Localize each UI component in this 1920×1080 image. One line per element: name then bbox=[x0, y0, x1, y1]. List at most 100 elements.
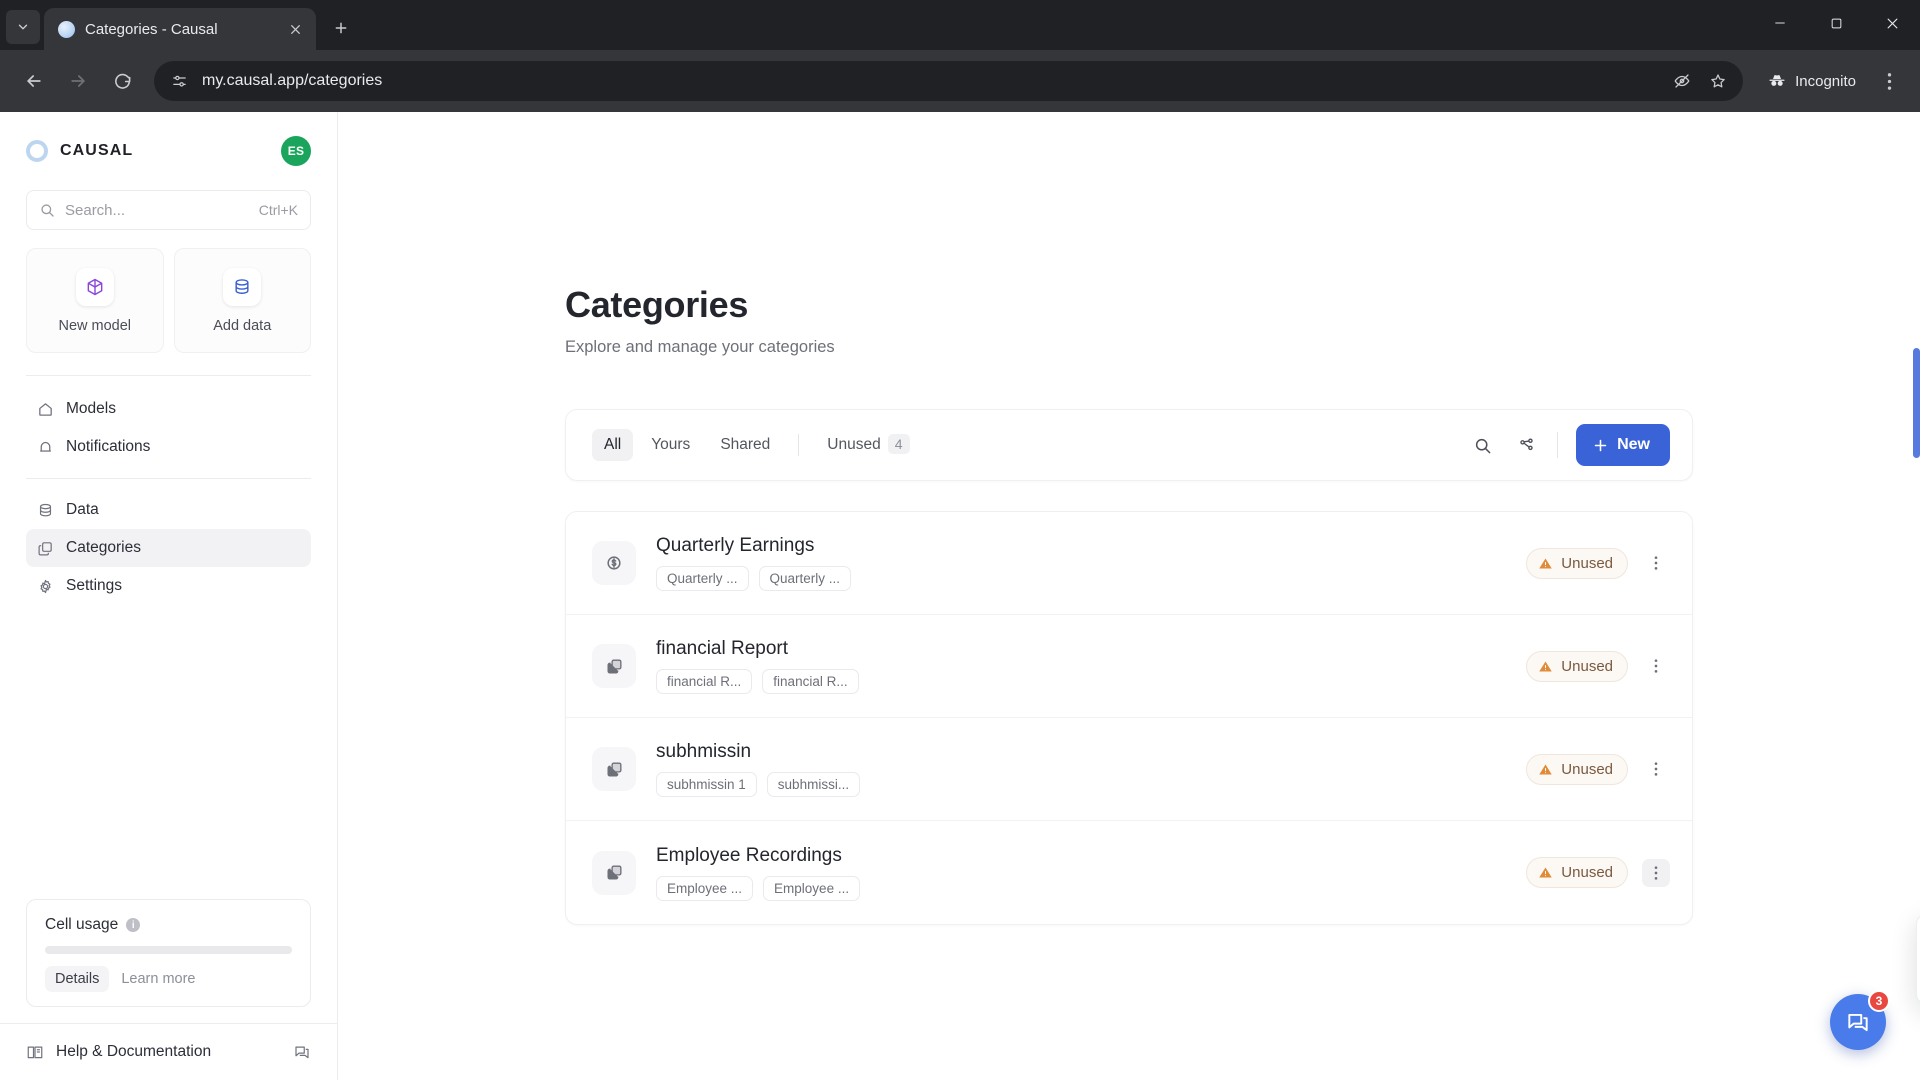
home-icon bbox=[36, 400, 54, 418]
sidebar-item-categories[interactable]: Categories bbox=[26, 529, 311, 567]
categories-panel: All Yours Shared Unused 4 New Quarterly … bbox=[565, 409, 1693, 925]
content-container: Categories Explore and manage your categ… bbox=[565, 112, 1693, 925]
browser-tab[interactable]: Categories - Causal bbox=[44, 8, 316, 50]
sidebar-item-notifications[interactable]: Notifications bbox=[26, 428, 311, 466]
new-model-label: New model bbox=[58, 317, 132, 334]
window-close-icon[interactable] bbox=[1864, 0, 1920, 46]
search-icon[interactable] bbox=[1469, 432, 1495, 458]
eye-off-icon[interactable] bbox=[1671, 70, 1693, 92]
tab-unused-label: Unused bbox=[827, 436, 881, 453]
toolbar-actions: New bbox=[1469, 424, 1670, 466]
maximize-icon[interactable] bbox=[1808, 0, 1864, 46]
reload-icon[interactable] bbox=[102, 61, 142, 101]
sidebar-item-settings[interactable]: Settings bbox=[26, 567, 311, 605]
chip[interactable]: financial R... bbox=[762, 669, 859, 694]
warning-triangle-icon bbox=[1539, 558, 1553, 568]
tab-shared[interactable]: Shared bbox=[708, 429, 782, 461]
tab-unused[interactable]: Unused 4 bbox=[815, 429, 921, 461]
url-text: my.causal.app/categories bbox=[202, 72, 383, 89]
omnibox-actions bbox=[1671, 70, 1729, 92]
sidebar-item-label: Models bbox=[66, 400, 116, 417]
help-label: Help & Documentation bbox=[56, 1043, 212, 1060]
status-badge: Unused bbox=[1526, 650, 1628, 682]
sidebar-item-label: Notifications bbox=[66, 438, 151, 455]
help-documentation-item[interactable]: Help & Documentation bbox=[0, 1024, 337, 1080]
unused-count-badge: 4 bbox=[887, 434, 910, 454]
row-actions: Unused bbox=[1526, 753, 1670, 785]
details-button[interactable]: Details bbox=[45, 966, 110, 992]
row-menu-button[interactable] bbox=[1642, 549, 1670, 577]
status-badge: Unused bbox=[1526, 547, 1628, 579]
cell-usage-header: Cell usage i bbox=[45, 916, 292, 934]
row-menu-button[interactable] bbox=[1642, 755, 1670, 783]
incognito-indicator[interactable]: Incognito bbox=[1759, 65, 1868, 97]
row-actions: Unused bbox=[1526, 650, 1670, 682]
divider bbox=[1557, 432, 1559, 458]
close-icon[interactable] bbox=[284, 18, 306, 40]
search-placeholder: Search... bbox=[65, 201, 126, 219]
table-row[interactable]: Quarterly Earnings Quarterly ... Quarter… bbox=[566, 512, 1692, 615]
causal-logo-icon bbox=[26, 140, 48, 162]
row-chips: financial R... financial R... bbox=[656, 669, 1526, 694]
incognito-label: Incognito bbox=[1795, 72, 1856, 90]
row-context-menu: Inspect Delete bbox=[1916, 914, 1920, 1004]
new-model-button[interactable]: New model bbox=[26, 248, 164, 353]
forward-icon[interactable] bbox=[58, 61, 98, 101]
new-button[interactable]: New bbox=[1576, 424, 1670, 466]
chat-icon[interactable] bbox=[293, 1043, 311, 1061]
divider bbox=[798, 434, 800, 456]
search-input[interactable]: Search... Ctrl+K bbox=[26, 190, 311, 230]
chip[interactable]: financial R... bbox=[656, 669, 753, 694]
chip[interactable]: Employee ... bbox=[656, 875, 754, 901]
minimize-icon[interactable] bbox=[1752, 0, 1808, 46]
brand-name: CAUSAL bbox=[60, 142, 134, 159]
status-badge: Unused bbox=[1526, 753, 1628, 785]
copy-icon bbox=[592, 850, 636, 895]
avatar[interactable]: ES bbox=[281, 136, 311, 166]
tab-title: Categories - Causal bbox=[85, 20, 218, 38]
star-icon[interactable] bbox=[1707, 70, 1729, 92]
learn-more-link[interactable]: Learn more bbox=[117, 966, 199, 992]
chip[interactable]: subhmissin 1 bbox=[656, 772, 757, 797]
address-bar[interactable]: my.causal.app/categories bbox=[154, 61, 1744, 101]
row-actions: Unused bbox=[1526, 857, 1670, 888]
chat-widget-button[interactable]: 3 bbox=[1830, 990, 1890, 1050]
sidebar: CAUSAL ES Search... Ctrl+K New model Add… bbox=[0, 112, 338, 1080]
sidebar-item-data[interactable]: Data bbox=[26, 491, 311, 529]
add-data-button[interactable]: Add data bbox=[173, 248, 311, 353]
new-tab-button[interactable] bbox=[324, 11, 358, 45]
chip[interactable]: Employee ... bbox=[763, 875, 861, 901]
tab-all[interactable]: All bbox=[592, 429, 634, 461]
tab-search-button[interactable] bbox=[6, 10, 40, 44]
row-actions: Unused bbox=[1526, 547, 1670, 579]
back-icon[interactable] bbox=[14, 61, 54, 101]
copy-icon bbox=[592, 644, 636, 688]
row-chips: subhmissin 1 subhmissi... bbox=[656, 772, 1526, 797]
info-icon[interactable]: i bbox=[126, 918, 141, 932]
table-row[interactable]: financial Report financial R... financia… bbox=[566, 615, 1692, 718]
cell-usage-card: Cell usage i Details Learn more bbox=[26, 899, 311, 1007]
favicon bbox=[58, 20, 75, 38]
status-label: Unused bbox=[1561, 657, 1613, 675]
table-row[interactable]: subhmissin subhmissin 1 subhmissi... Unu… bbox=[566, 718, 1692, 821]
share-nodes-icon[interactable] bbox=[1513, 432, 1539, 458]
sidebar-item-models[interactable]: Models bbox=[26, 390, 311, 428]
sidebar-item-label: Settings bbox=[66, 577, 123, 594]
kebab-menu-icon[interactable] bbox=[1872, 61, 1906, 101]
tune-icon[interactable] bbox=[168, 70, 190, 92]
row-menu-button[interactable] bbox=[1642, 858, 1670, 887]
cube-icon bbox=[75, 267, 114, 306]
chip[interactable]: Quarterly ... bbox=[758, 566, 852, 591]
tab-yours[interactable]: Yours bbox=[639, 429, 702, 461]
window-controls bbox=[1752, 0, 1920, 46]
status-label: Unused bbox=[1561, 864, 1613, 881]
scrollbar[interactable] bbox=[1913, 348, 1920, 458]
row-menu-button[interactable] bbox=[1642, 652, 1670, 680]
chip[interactable]: subhmissi... bbox=[766, 772, 861, 797]
row-title: Employee Recordings bbox=[656, 844, 842, 866]
chip[interactable]: Quarterly ... bbox=[656, 566, 749, 591]
brand[interactable]: CAUSAL bbox=[26, 140, 133, 162]
table-row[interactable]: Employee Recordings Employee ... Employe… bbox=[566, 821, 1692, 924]
cell-usage-title: Cell usage bbox=[45, 916, 119, 933]
row-content: Quarterly Earnings Quarterly ... Quarter… bbox=[656, 535, 1526, 591]
